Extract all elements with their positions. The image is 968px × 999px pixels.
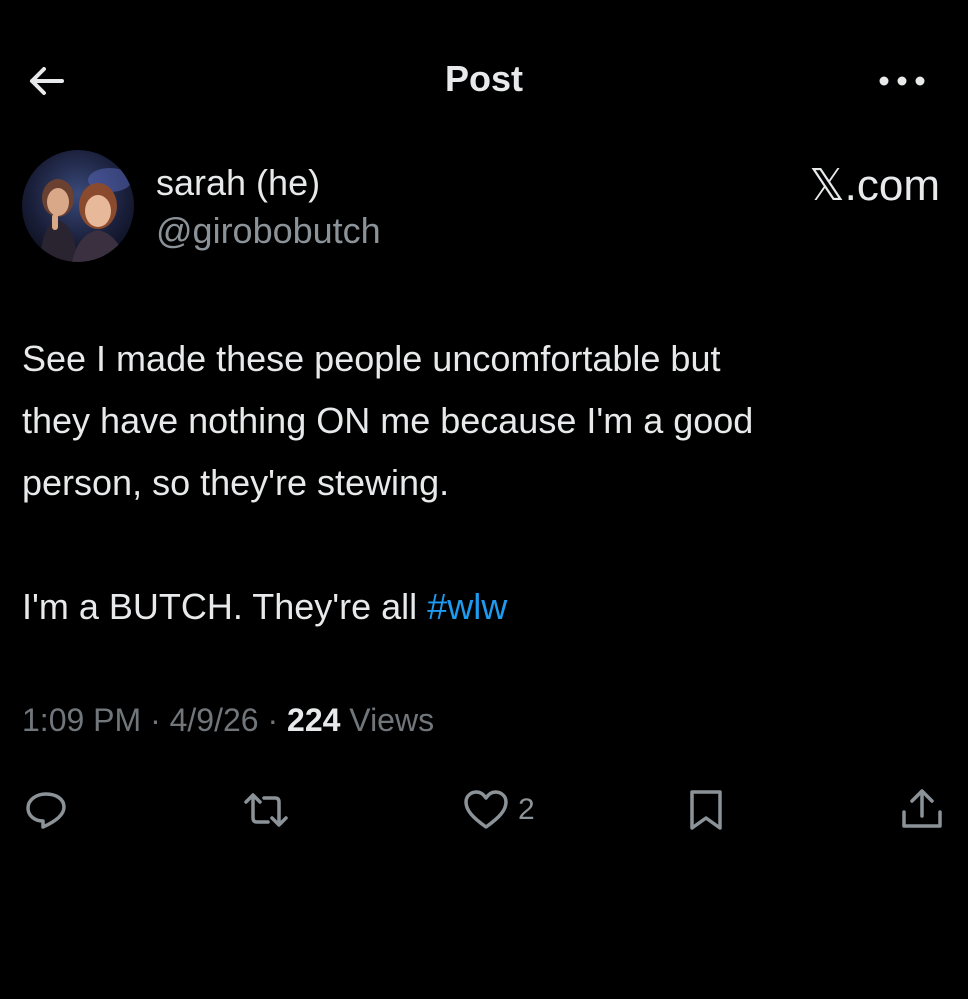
author-handle[interactable]: @girobobutch <box>156 210 381 252</box>
post-line-1: See I made these people uncomfortable bu… <box>22 338 721 379</box>
heart-icon <box>464 790 508 829</box>
post-meta: 1:09 PM · 4/9/26 · 224 Views <box>22 702 434 739</box>
top-bar: Post <box>0 0 968 160</box>
share-button[interactable] <box>898 780 946 840</box>
reply-button[interactable] <box>22 780 70 840</box>
bookmark-button[interactable] <box>682 780 730 840</box>
post-text: See I made these people uncomfortable bu… <box>22 328 942 638</box>
meta-separator: · <box>141 702 170 738</box>
watermark: 𝕏.com <box>809 161 940 210</box>
page-title: Post <box>444 58 523 99</box>
views-count[interactable]: 224 <box>287 702 340 738</box>
like-button[interactable]: 2 <box>462 780 535 840</box>
post-line-4: I'm a BUTCH. They're all <box>22 586 428 627</box>
like-count: 2 <box>518 793 535 826</box>
views-label: Views <box>340 702 435 738</box>
action-bar: 2 <box>0 780 968 840</box>
post-line-2: they have nothing ON me because I'm a go… <box>22 400 754 441</box>
share-icon <box>902 789 942 828</box>
post-time: 1:09 PM <box>22 702 142 738</box>
more-horizontal-icon <box>879 76 925 86</box>
profile-photo <box>22 150 134 262</box>
author-display-name[interactable]: sarah (he) <box>156 162 320 204</box>
reply-icon <box>26 792 66 829</box>
bookmark-icon <box>690 790 722 830</box>
more-button[interactable] <box>872 64 932 98</box>
repost-button[interactable] <box>242 780 290 840</box>
meta-separator: · <box>258 702 288 738</box>
hashtag-link[interactable]: #wlw <box>427 586 507 627</box>
post-paragraph-2: I'm a BUTCH. They're all #wlw <box>22 576 942 638</box>
avatar[interactable] <box>22 150 134 262</box>
repost-icon <box>244 793 288 827</box>
post-line-3: person, so they're stewing. <box>22 462 450 503</box>
post-paragraph-1: See I made these people uncomfortable bu… <box>22 328 942 514</box>
post-date: 4/9/26 <box>169 702 259 738</box>
